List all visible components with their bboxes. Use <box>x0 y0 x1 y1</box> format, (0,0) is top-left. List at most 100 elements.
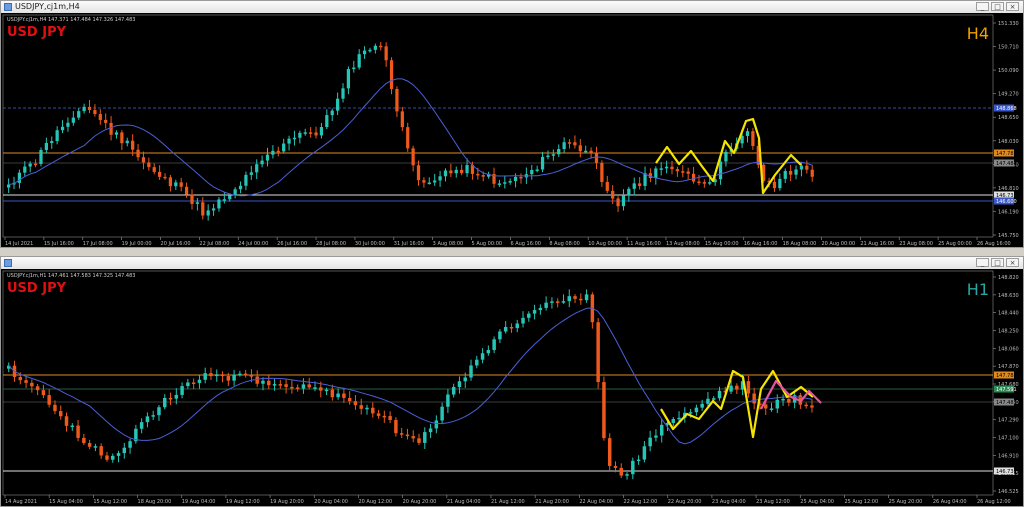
candle-body <box>567 142 572 144</box>
candle-body <box>39 150 43 164</box>
price-axis-label: 150.710 <box>998 45 1019 51</box>
candle-body <box>573 142 577 146</box>
time-axis-label: 8 Aug 08:00 <box>549 241 580 247</box>
candle-body <box>433 180 437 183</box>
time-axis-label: 28 Jul 08:00 <box>316 241 346 247</box>
candle-body <box>82 106 86 112</box>
time-axis-label: 24 Jul 00:00 <box>238 241 268 247</box>
candle-body <box>702 182 706 184</box>
candle-body <box>681 171 685 173</box>
candle-body <box>120 132 124 144</box>
minimize-button[interactable]: _ <box>976 2 989 11</box>
candle-body <box>399 433 404 435</box>
candle-body <box>352 67 356 70</box>
level-tag-current: 147.483 <box>996 400 1017 406</box>
minimize-button[interactable]: _ <box>976 258 989 267</box>
candle-body <box>168 398 173 400</box>
candle-body <box>131 140 135 150</box>
candle-body <box>139 422 144 429</box>
candle-body <box>243 373 248 376</box>
timeframe-label: H4 <box>967 24 989 43</box>
price-axis-label: 147.870 <box>998 364 1019 370</box>
candle-body <box>708 182 712 184</box>
price-axis-label: 148.630 <box>998 293 1019 299</box>
level-tag-orange: 147.782 <box>996 373 1017 379</box>
time-axis-label: 22 Aug 12:00 <box>624 499 658 505</box>
maximize-button[interactable]: □ <box>991 2 1004 11</box>
candle-body <box>298 132 302 138</box>
candle-body <box>799 165 804 170</box>
candle-body <box>804 404 808 407</box>
candle-body <box>303 132 307 134</box>
candle-body <box>675 169 680 172</box>
candle-body <box>469 365 473 378</box>
candle-body <box>735 385 739 390</box>
candle-body <box>347 397 352 402</box>
time-axis-label: 26 Aug 12:00 <box>977 499 1011 505</box>
candle-body <box>379 45 383 48</box>
candle-body <box>573 296 577 299</box>
candle-body <box>226 376 231 381</box>
close-button[interactable]: × <box>1006 258 1019 267</box>
time-axis-label: 19 Aug 12:00 <box>226 499 260 505</box>
time-axis-label: 15 Aug 12:00 <box>93 499 127 505</box>
candle-body <box>18 376 23 381</box>
candle-body <box>35 386 40 391</box>
price-axis-label: 147.100 <box>998 436 1019 442</box>
level-tag-blue: 146.600 <box>996 199 1017 205</box>
close-button[interactable]: × <box>1006 2 1019 11</box>
candle-body <box>376 413 381 416</box>
candle-body <box>509 326 514 329</box>
time-axis-label: 6 Aug 16:00 <box>510 241 541 247</box>
candle-body <box>211 208 216 211</box>
candle-body <box>325 115 329 128</box>
chart-window-h4[interactable]: USDJPY,cj1m,H4 _ □ × 151.330 150.710 150.0… <box>0 0 1024 248</box>
plot-frame <box>2 270 994 496</box>
time-axis-label: 22 Aug 04:00 <box>579 499 613 505</box>
candle-body <box>64 416 69 426</box>
time-axis-label: 21 Aug 12:00 <box>491 499 525 505</box>
price-chart-h4[interactable]: 151.330 150.710 150.090 149.270 148.650 148.0… <box>1 13 1023 247</box>
candle-body <box>151 415 155 417</box>
chart-window-h1[interactable]: _ □ × 148.820 148.630 148.440 148.250 148.06… <box>0 256 1024 507</box>
candle-body <box>706 398 710 404</box>
level-tag-top: 148.868 <box>996 106 1017 112</box>
candle-body <box>607 438 612 466</box>
candle-body <box>405 434 410 437</box>
candle-body <box>451 386 456 395</box>
candle-body <box>659 168 663 170</box>
time-axis-label: 30 Jul 00:00 <box>355 241 385 247</box>
candle-body <box>443 170 448 177</box>
candle-body <box>111 455 115 460</box>
time-axis-label: 25 Aug 04:00 <box>800 499 834 505</box>
maximize-button[interactable]: □ <box>991 258 1004 267</box>
level-tag-orange: 147.782 <box>996 151 1017 157</box>
candle-body <box>632 183 636 189</box>
candle-body <box>427 182 431 185</box>
candle-body <box>664 166 669 169</box>
candle-body <box>141 157 146 163</box>
candle-body <box>602 382 606 439</box>
candle-body <box>278 384 283 386</box>
candle-body <box>330 110 334 116</box>
price-chart-h1[interactable]: 148.820 148.630 148.440 148.250 148.060 147.8… <box>1 269 1023 506</box>
candle-body <box>201 202 205 216</box>
candle-body <box>527 313 531 318</box>
candle-body <box>550 301 554 303</box>
time-axis-label: 15 Aug 04:00 <box>49 499 83 505</box>
candle-body <box>276 150 280 153</box>
candle-body <box>238 373 242 376</box>
time-axis-label: 18 Aug 20:00 <box>138 499 172 505</box>
candle-body <box>314 132 318 136</box>
candle-body <box>87 106 92 110</box>
candle-body <box>643 173 647 186</box>
time-axis-label: 20 Aug 12:00 <box>358 499 392 505</box>
time-axis-label: 16 Aug 16:00 <box>744 241 778 247</box>
candle-body <box>168 177 173 187</box>
candle-body <box>434 420 439 429</box>
candle-body <box>23 166 27 173</box>
price-axis-label: 148.820 <box>998 275 1019 281</box>
candle-body <box>384 46 388 61</box>
candle-body <box>180 386 184 395</box>
time-axis-label: 21 Aug 04:00 <box>447 499 481 505</box>
